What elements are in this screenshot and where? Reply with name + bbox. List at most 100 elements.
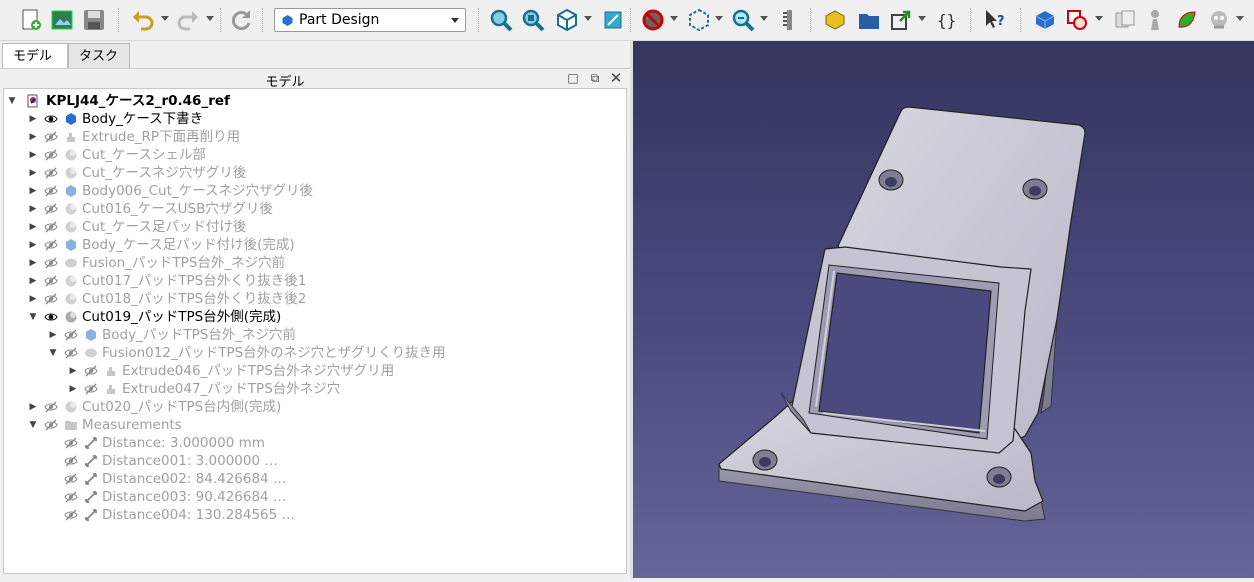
tree-item[interactable]: ▶ Extrude_RP下面再削り用	[4, 128, 624, 146]
eye-hidden-icon[interactable]	[44, 148, 58, 162]
undo-icon[interactable]	[130, 7, 156, 33]
close-icon[interactable]: ✕	[609, 71, 623, 86]
tree-item[interactable]: ▶ Cut_ケースシェル部	[4, 146, 624, 164]
tree-item[interactable]: ▶ Cut018_パッドTPS台外くり抜き後2	[4, 290, 624, 308]
fit-selection-icon[interactable]	[520, 7, 546, 33]
chevron-right-icon[interactable]: ▶	[28, 236, 38, 254]
save-icon[interactable]	[81, 7, 107, 33]
chevron-right-icon[interactable]: ▶	[28, 128, 38, 146]
chevron-right-icon[interactable]: ▶	[28, 272, 38, 290]
view-dropdown-icon[interactable]	[584, 16, 592, 21]
link-icon[interactable]	[888, 7, 914, 33]
chevron-right-icon[interactable]: ▶	[28, 218, 38, 236]
measure-icon[interactable]	[776, 7, 802, 33]
eye-icon[interactable]	[44, 112, 58, 126]
tree-item[interactable]: ▶ Body006_Cut_ケースネジ穴ザグリ後	[4, 182, 624, 200]
eye-hidden-icon[interactable]	[64, 346, 78, 360]
tree-item[interactable]: Distance003: 90.426684 …	[4, 488, 624, 506]
chevron-right-icon[interactable]: ▶	[28, 254, 38, 272]
macro-icon[interactable]: {}	[934, 7, 960, 33]
tree-item[interactable]: ▶ Cut016_ケースUSB穴ザグリ後	[4, 200, 624, 218]
eye-hidden-icon[interactable]	[44, 166, 58, 180]
fit-all-icon[interactable]	[488, 7, 514, 33]
model-tree[interactable]: ▼ KPLJ44_ケース2_r0.46_ref ▶ Body_ケース下書き ▶ Extru…	[3, 88, 627, 574]
pawn-icon[interactable]	[1142, 7, 1168, 33]
tree-item[interactable]: ▶ Cut_ケース足パッド付け後	[4, 218, 624, 236]
tree-item[interactable]: Distance001: 3.000000 …	[4, 452, 624, 470]
eye-hidden-icon[interactable]	[44, 256, 58, 270]
body-icon[interactable]	[1032, 7, 1058, 33]
chevron-right-icon[interactable]: ▶	[28, 164, 38, 182]
new-document-icon[interactable]	[18, 7, 44, 33]
eye-hidden-icon[interactable]	[64, 436, 78, 450]
eye-hidden-icon[interactable]	[44, 418, 58, 432]
eye-hidden-icon[interactable]	[44, 202, 58, 216]
eye-hidden-icon[interactable]	[44, 292, 58, 306]
sketch-view-icon[interactable]	[600, 7, 626, 33]
eye-hidden-icon[interactable]	[44, 400, 58, 414]
draw-style-dropdown-icon[interactable]	[670, 16, 678, 21]
eye-hidden-icon[interactable]	[44, 238, 58, 252]
tree-item[interactable]: ▶ Body_パッドTPS台外_ネジ穴前	[4, 326, 624, 344]
tab-model[interactable]: モデル	[2, 43, 68, 70]
eye-hidden-icon[interactable]	[44, 184, 58, 198]
tree-item[interactable]: ▶ Fusion_パッドTPS台外_ネジ穴前	[4, 254, 624, 272]
eye-hidden-icon[interactable]	[64, 328, 78, 342]
chevron-down-icon[interactable]: ▼	[7, 92, 17, 110]
eye-hidden-icon[interactable]	[64, 472, 78, 486]
tree-item[interactable]: ▶ Cut017_パッドTPS台外くり抜き後1	[4, 272, 624, 290]
bounding-box-icon[interactable]	[686, 7, 712, 33]
zoom-icon[interactable]	[730, 7, 756, 33]
eye-hidden-icon[interactable]	[44, 274, 58, 288]
eye-icon[interactable]	[44, 310, 58, 324]
chevron-right-icon[interactable]: ▶	[28, 200, 38, 218]
chevron-right-icon[interactable]: ▶	[68, 362, 78, 380]
tree-item[interactable]: ▶ Body_ケース足パッド付け後(完成)	[4, 236, 624, 254]
chevron-down-icon[interactable]: ▼	[48, 344, 58, 362]
tree-item[interactable]: ▶ Body_ケース下書き	[4, 110, 624, 128]
workbench-selector[interactable]: Part Design	[274, 8, 466, 32]
chevron-down-icon[interactable]: ▼	[28, 416, 38, 434]
chevron-right-icon[interactable]: ▶	[28, 398, 38, 416]
chevron-down-icon[interactable]: ▼	[28, 308, 38, 326]
restore-panel-icon[interactable]: ⧉	[588, 71, 602, 85]
chevron-right-icon[interactable]: ▶	[28, 182, 38, 200]
bounding-box-dropdown-icon[interactable]	[715, 16, 723, 21]
tree-item[interactable]: Distance: 3.000000 mm	[4, 434, 624, 452]
tree-item[interactable]: ▼ Measurements	[4, 416, 624, 434]
view-cube-icon[interactable]	[554, 7, 580, 33]
eye-hidden-icon[interactable]	[84, 382, 98, 396]
redo-icon[interactable]	[175, 7, 201, 33]
tree-item[interactable]: Distance002: 84.426684 …	[4, 470, 624, 488]
zoom-dropdown-icon[interactable]	[760, 16, 768, 21]
refresh-icon[interactable]	[228, 7, 254, 33]
part-icon[interactable]	[822, 7, 848, 33]
chevron-right-icon[interactable]: ▶	[28, 146, 38, 164]
tree-item[interactable]: Distance004: 130.284565 …	[4, 506, 624, 524]
chevron-right-icon[interactable]: ▶	[28, 110, 38, 128]
redo-dropdown-icon[interactable]	[206, 16, 214, 21]
chevron-right-icon[interactable]: ▶	[68, 380, 78, 398]
eye-hidden-icon[interactable]	[44, 220, 58, 234]
clone-icon[interactable]	[1112, 7, 1138, 33]
robot-icon[interactable]	[1206, 7, 1232, 33]
boolean-dropdown-icon[interactable]	[1095, 16, 1103, 21]
float-panel-icon[interactable]: □	[566, 71, 580, 85]
tree-item[interactable]: ▼ Fusion012_パッドTPS台外のネジ穴とザグリくり抜き用	[4, 344, 624, 362]
3d-viewport[interactable]	[633, 41, 1254, 578]
chevron-right-icon[interactable]: ▶	[28, 290, 38, 308]
eye-hidden-icon[interactable]	[64, 508, 78, 522]
eye-hidden-icon[interactable]	[84, 364, 98, 378]
leaf-icon[interactable]	[1174, 7, 1200, 33]
tree-item[interactable]: ▼ Cut019_パッドTPS台外側(完成)	[4, 308, 624, 326]
boolean-icon[interactable]	[1064, 7, 1090, 33]
tree-item[interactable]: ▶ Extrude047_パッドTPS台外ネジ穴	[4, 380, 624, 398]
undo-dropdown-icon[interactable]	[161, 16, 169, 21]
folder-icon[interactable]	[856, 7, 882, 33]
open-document-icon[interactable]	[49, 7, 75, 33]
tree-item[interactable]: ▼ KPLJ44_ケース2_r0.46_ref	[4, 92, 624, 110]
tree-item[interactable]: ▶ Cut020_パッドTPS台内側(完成)	[4, 398, 624, 416]
link-dropdown-icon[interactable]	[918, 16, 926, 21]
eye-hidden-icon[interactable]	[44, 130, 58, 144]
eye-hidden-icon[interactable]	[64, 490, 78, 504]
